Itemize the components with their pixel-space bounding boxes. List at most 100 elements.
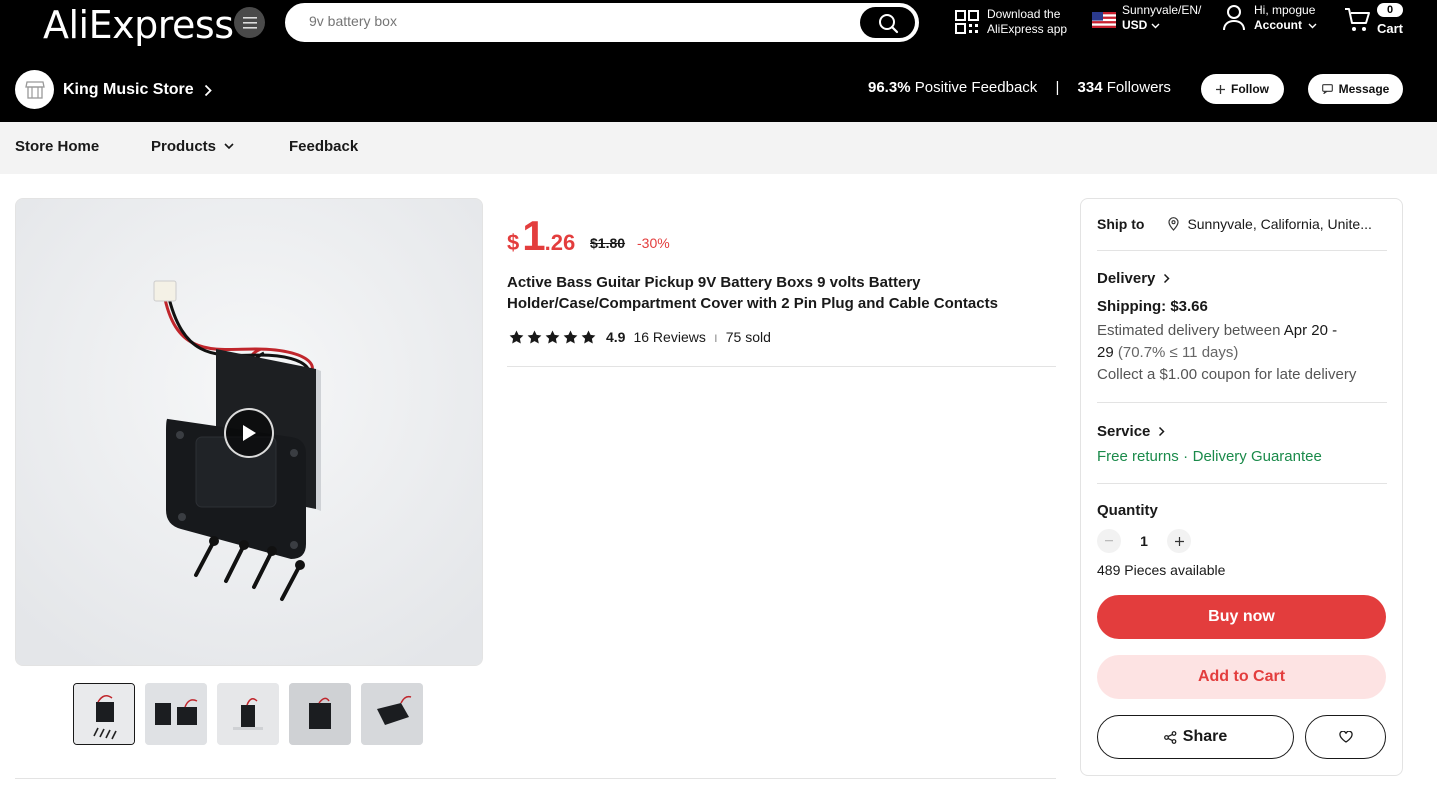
message-label: Message — [1338, 82, 1390, 96]
store-nav: Store Home Products Feedback — [0, 122, 1437, 174]
store-avatar[interactable] — [15, 70, 54, 109]
service-items: Free returns · Delivery Guarantee — [1097, 448, 1387, 466]
est-dates-b: 29 — [1097, 344, 1114, 361]
add-to-cart-button[interactable]: Add to Cart — [1097, 655, 1386, 699]
chevron-down-icon — [224, 143, 234, 150]
main-product-image[interactable] — [15, 198, 483, 666]
cart-count-badge: 0 — [1377, 3, 1403, 17]
quantity-decrease-button[interactable] — [1097, 529, 1121, 553]
app-line1: Download the — [987, 7, 1061, 21]
locale-selector[interactable]: Sunnyvale/EN/USD — [1092, 3, 1201, 33]
price-decimal: .26 — [544, 230, 576, 255]
follow-button[interactable]: Follow — [1201, 74, 1284, 104]
follow-label: Follow — [1231, 82, 1269, 96]
quantity-value[interactable]: 1 — [1139, 533, 1149, 549]
chevron-down-icon — [1308, 23, 1317, 28]
share-icon — [1163, 730, 1177, 744]
nav-feedback[interactable]: Feedback — [289, 138, 358, 155]
product-title: Active Bass Guitar Pickup 9V Battery Box… — [507, 274, 998, 312]
minus-icon — [1105, 540, 1113, 542]
stats-separator: | — [1055, 79, 1060, 96]
cart-icon — [1345, 8, 1370, 31]
thumbnail-5[interactable] — [361, 683, 423, 745]
star-icon — [545, 330, 560, 344]
delivery-guarantee: Delivery Guarantee — [1192, 448, 1322, 465]
user-icon — [1223, 5, 1245, 31]
quantity-increase-button[interactable] — [1167, 529, 1191, 553]
store-name: King Music Store — [63, 81, 194, 98]
account-label: Account — [1254, 18, 1302, 32]
pieces-available: 489 Pieces available — [1097, 562, 1226, 578]
buy-now-button[interactable]: Buy now — [1097, 595, 1386, 639]
ship-to-label: Ship to — [1097, 216, 1145, 232]
plus-icon — [1216, 84, 1225, 94]
panel-divider — [1097, 250, 1387, 251]
feedback-label: Positive Feedback — [914, 79, 1038, 96]
original-price: $1.80 — [590, 235, 626, 251]
account-greeting: Hi, mpogue — [1254, 3, 1316, 17]
delivery-header[interactable]: Delivery — [1097, 270, 1387, 287]
thumbnail-image — [361, 683, 423, 745]
search-button[interactable] — [860, 7, 915, 38]
discount-badge: -30% — [637, 235, 670, 251]
panel-divider — [1097, 402, 1387, 403]
nav-store-home[interactable]: Store Home — [15, 138, 99, 155]
star-icon — [563, 330, 578, 344]
play-video-button[interactable] — [224, 408, 274, 458]
followers-value: 334 — [1077, 79, 1103, 96]
quantity-stepper: 1 — [1097, 529, 1387, 553]
price-currency: $ — [507, 230, 520, 255]
storefront-icon — [24, 80, 45, 99]
reviews-link[interactable]: 16 Reviews — [633, 329, 705, 345]
aliexpress-logo[interactable]: AliExpress — [43, 3, 234, 47]
service-header[interactable]: Service — [1097, 423, 1387, 440]
download-app[interactable]: Download the AliExpress app — [955, 7, 1067, 37]
chevron-right-icon — [1159, 426, 1165, 437]
nav-products[interactable]: Products — [151, 138, 234, 155]
est-note: (70.7% ≤ 11 days) — [1117, 344, 1239, 361]
star-icon — [581, 330, 596, 344]
free-returns: Free returns — [1097, 448, 1179, 465]
menu-button[interactable] — [234, 7, 265, 38]
chevron-right-icon — [204, 84, 212, 96]
star-rating — [509, 330, 596, 344]
heart-icon — [1338, 731, 1353, 743]
thumbnail-4[interactable] — [289, 683, 351, 745]
ship-to-row[interactable]: Ship to Sunnyvale, California, Unite... — [1097, 216, 1387, 232]
search-bar — [285, 3, 919, 42]
play-icon — [243, 425, 256, 441]
cart-label: Cart — [1377, 21, 1404, 36]
message-button[interactable]: Message — [1308, 74, 1403, 104]
top-header: AliExpress Download theAliExpress app Su… — [0, 0, 1437, 122]
est-dates-a: Apr 20 - — [1283, 322, 1338, 339]
us-flag-icon — [1092, 12, 1116, 28]
thumbnail-2[interactable] — [145, 683, 207, 745]
followers-label: Followers — [1106, 79, 1171, 96]
store-name-link[interactable]: King Music Store — [63, 81, 212, 99]
star-icon — [509, 330, 524, 344]
service-dot: · — [1183, 448, 1189, 465]
rating-separator: ı — [713, 329, 718, 345]
share-label: Share — [1182, 728, 1228, 745]
thumbnail-1[interactable] — [73, 683, 135, 745]
quantity-label: Quantity — [1097, 502, 1158, 519]
search-input[interactable] — [309, 13, 829, 29]
qr-code-icon — [955, 10, 979, 34]
plus-icon — [1174, 536, 1184, 546]
chevron-right-icon — [1164, 273, 1170, 284]
feedback-value: 96.3% — [868, 79, 911, 96]
wishlist-button[interactable] — [1305, 715, 1386, 759]
search-icon — [878, 13, 898, 33]
app-line2: AliExpress app — [987, 22, 1068, 36]
ship-to-value: Sunnyvale, California, Unite... — [1187, 216, 1372, 232]
account-menu[interactable]: Hi, mpogue Account — [1222, 3, 1317, 33]
thumbnail-image — [145, 683, 207, 745]
share-button[interactable]: Share — [1097, 715, 1294, 759]
late-coupon: Collect a $1.00 coupon for late delivery — [1097, 366, 1357, 383]
estimated-delivery: Estimated delivery between Apr 20 - 29 (… — [1097, 320, 1387, 386]
panel-divider — [1097, 483, 1387, 484]
delivery-label: Delivery — [1097, 270, 1156, 287]
thumbnail-image — [289, 683, 351, 745]
thumbnail-3[interactable] — [217, 683, 279, 745]
price-integer: 1 — [522, 212, 545, 259]
